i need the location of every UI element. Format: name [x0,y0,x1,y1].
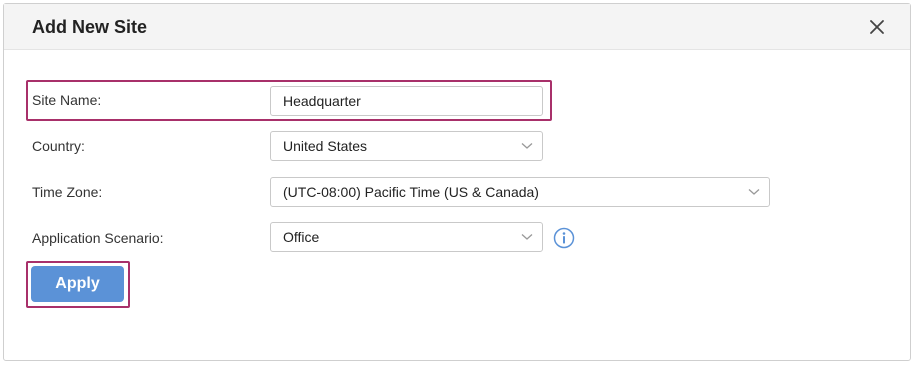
time-zone-label: Time Zone: [32,184,103,200]
application-scenario-value: Office [283,229,320,245]
chevron-down-icon [521,142,533,150]
application-scenario-label: Application Scenario: [32,230,164,246]
time-zone-select[interactable]: (UTC-08:00) Pacific Time (US & Canada) [270,177,770,207]
site-name-input[interactable] [270,86,543,116]
apply-button[interactable]: Apply [31,266,124,302]
country-value: United States [283,138,368,154]
dialog-title: Add New Site [32,17,148,37]
info-icon[interactable] [553,227,575,249]
close-icon[interactable] [867,17,887,37]
time-zone-value: (UTC-08:00) Pacific Time (US & Canada) [283,184,539,200]
dialog-header: Add New Site [4,4,910,50]
country-label: Country: [32,138,85,154]
chevron-down-icon [521,233,533,241]
application-scenario-select[interactable]: Office [270,222,543,252]
site-name-label: Site Name: [32,92,102,108]
chevron-down-icon [748,188,760,196]
country-select[interactable]: United States [270,131,543,161]
